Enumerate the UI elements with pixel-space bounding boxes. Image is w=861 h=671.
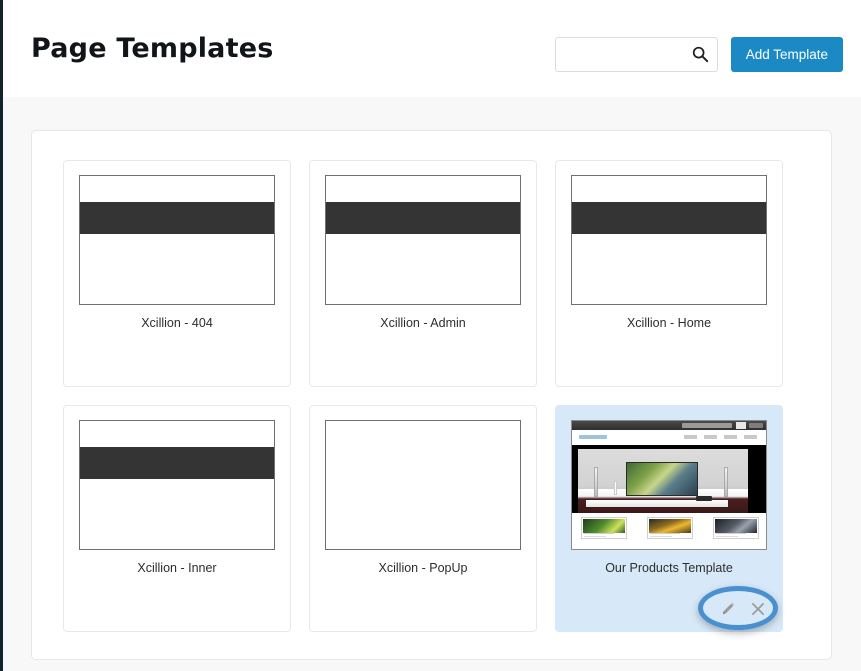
browser-chrome-bar bbox=[572, 421, 766, 430]
product-image bbox=[583, 519, 625, 533]
product-text-line bbox=[650, 532, 680, 534]
template-label: Xcillion - 404 bbox=[141, 316, 213, 330]
site-hero-banner bbox=[572, 445, 766, 513]
hero-media-box bbox=[696, 496, 712, 501]
template-thumbnail bbox=[571, 420, 767, 550]
product-image bbox=[715, 519, 757, 533]
product-text-line bbox=[650, 535, 672, 537]
thumbnail-header-band bbox=[326, 202, 520, 234]
product-text-line bbox=[584, 532, 614, 534]
browser-window-buttons bbox=[749, 423, 763, 428]
header-controls: Add Template bbox=[554, 37, 843, 72]
product-thumbnail bbox=[647, 517, 693, 539]
browser-address-bar bbox=[682, 423, 732, 428]
product-text-line bbox=[716, 535, 738, 537]
thumbnail-header-band bbox=[80, 447, 274, 479]
search-input[interactable] bbox=[554, 37, 718, 72]
hero-speaker-left bbox=[594, 467, 598, 497]
template-label: Our Products Template bbox=[605, 561, 733, 575]
hero-television bbox=[626, 462, 698, 496]
thumbnail-header-band bbox=[80, 202, 274, 234]
product-text-line bbox=[584, 535, 606, 537]
product-thumbnail bbox=[713, 517, 759, 539]
close-x-icon[interactable] bbox=[750, 601, 766, 617]
template-thumbnail bbox=[79, 420, 275, 550]
hero-room-scene bbox=[578, 449, 748, 513]
template-thumbnail bbox=[325, 420, 521, 550]
add-template-button[interactable]: Add Template bbox=[730, 37, 843, 72]
hero-speaker-right bbox=[724, 467, 728, 497]
site-menu-links bbox=[684, 435, 760, 439]
templates-panel: Xcillion - 404 Xcillion - Admin Xcillion… bbox=[31, 130, 832, 660]
template-card[interactable]: Xcillion - PopUp bbox=[309, 405, 537, 632]
hero-console-table bbox=[586, 500, 728, 507]
template-thumbnail bbox=[571, 175, 767, 305]
search-field-wrapper bbox=[554, 37, 718, 72]
card-actions bbox=[720, 601, 766, 617]
template-label: Xcillion - Inner bbox=[137, 561, 217, 575]
page-header: Page Templates Add Template bbox=[3, 0, 861, 97]
content-area: Xcillion - 404 Xcillion - Admin Xcillion… bbox=[3, 97, 861, 671]
browser-tab bbox=[736, 422, 746, 429]
template-label: Xcillion - PopUp bbox=[378, 561, 468, 575]
template-card[interactable]: Xcillion - Inner bbox=[63, 405, 291, 632]
product-thumbnail bbox=[581, 517, 627, 539]
page-title: Page Templates bbox=[31, 33, 274, 64]
template-card[interactable]: Xcillion - 404 bbox=[63, 160, 291, 387]
hero-lamp bbox=[614, 481, 617, 495]
product-image bbox=[649, 519, 691, 533]
template-label: Xcillion - Admin bbox=[380, 316, 466, 330]
site-product-row bbox=[572, 513, 766, 549]
site-navigation-bar bbox=[572, 430, 766, 445]
sidebar-edge bbox=[0, 0, 3, 671]
template-card[interactable]: Xcillion - Admin bbox=[309, 160, 537, 387]
template-card-selected[interactable]: Our Products Template bbox=[555, 405, 783, 632]
template-card[interactable]: Xcillion - Home bbox=[555, 160, 783, 387]
site-logo bbox=[579, 435, 607, 439]
template-thumbnail bbox=[325, 175, 521, 305]
template-thumbnail bbox=[79, 175, 275, 305]
thumbnail-header-band bbox=[572, 202, 766, 234]
pencil-icon[interactable] bbox=[720, 601, 736, 617]
templates-grid: Xcillion - 404 Xcillion - Admin Xcillion… bbox=[63, 160, 803, 632]
product-text-line bbox=[716, 532, 746, 534]
template-label: Xcillion - Home bbox=[626, 316, 712, 330]
